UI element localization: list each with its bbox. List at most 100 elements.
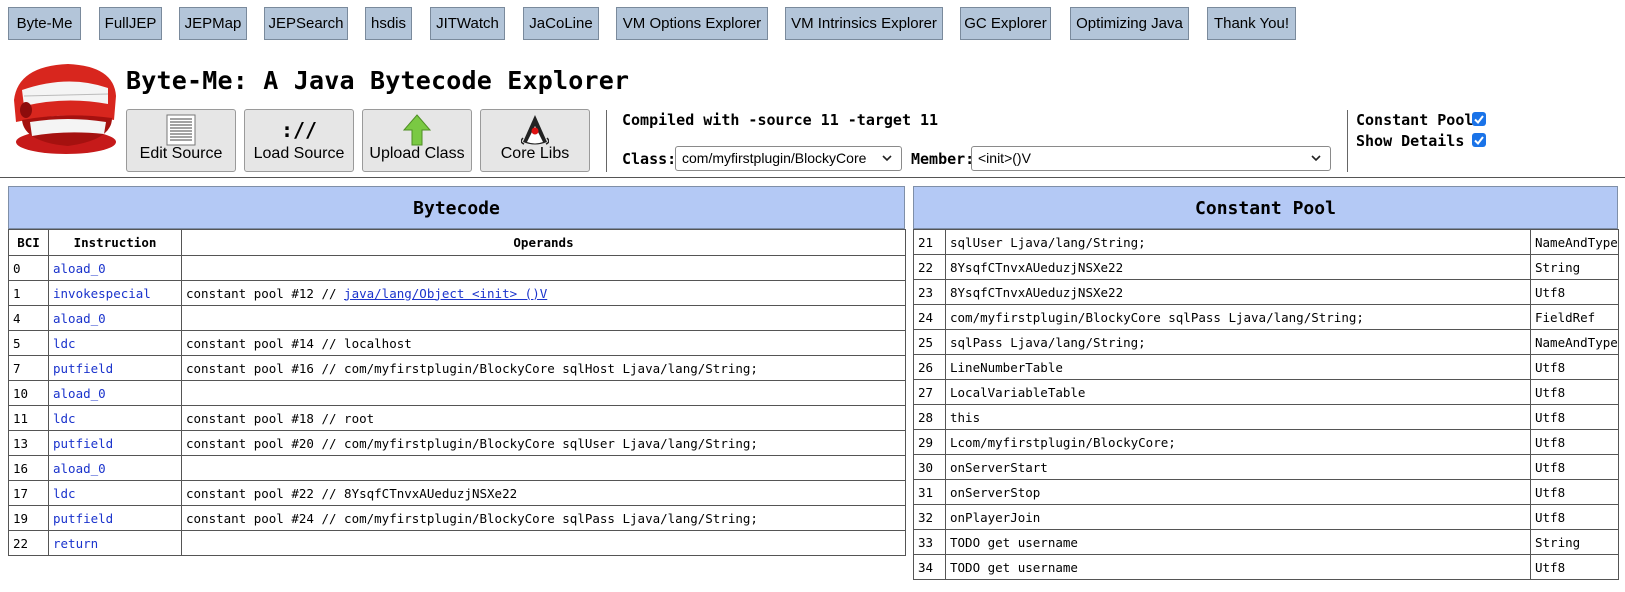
operand-text: constant pool #18 // root [186, 410, 375, 426]
nav-byte-me[interactable]: Byte-Me [8, 7, 81, 40]
checkmark-icon [1474, 115, 1484, 125]
column-header-operands: Operands [181, 229, 906, 256]
nav-hsdis[interactable]: hsdis [365, 7, 412, 40]
operands-cell [181, 380, 906, 406]
instruction-link[interactable]: putfield [48, 430, 182, 456]
table-row: 22 8YsqfCTnvxAUeduzjNSXe22 String [913, 254, 1619, 280]
instruction-link[interactable]: aload_0 [48, 380, 182, 406]
table-row: 31 onServerStop Utf8 [913, 479, 1619, 505]
cp-type-cell: Utf8 [1530, 404, 1619, 430]
nav-fulljep[interactable]: FullJEP [99, 7, 162, 40]
table-row: 7 putfield constant pool #16 // com/myfirs… [8, 355, 906, 381]
bci-cell: 10 [8, 380, 49, 406]
operand-text: constant pool #24 // com/myfirstplugin/B… [186, 510, 758, 526]
constant-pool-table: 21 sqlUser Ljava/lang/String; NameAndType 2… [913, 229, 1619, 580]
bci-cell: 13 [8, 430, 49, 456]
nav-jacoline[interactable]: JaCoLine [523, 7, 599, 40]
cp-value-cell: TODO get username [945, 554, 1531, 580]
show-details-option-label: Show Details [1356, 132, 1465, 150]
instruction-link[interactable]: aload_0 [48, 305, 182, 331]
column-header-bci: BCI [8, 229, 49, 256]
cp-index-cell: 30 [913, 454, 946, 480]
cp-value-cell: TODO get username [945, 529, 1531, 555]
cp-value-cell: Lcom/myfirstplugin/BlockyCore; [945, 429, 1531, 455]
operand-text: constant pool #20 // com/myfirstplugin/B… [186, 435, 758, 451]
cp-type-cell: FieldRef [1530, 304, 1619, 330]
cp-index-cell: 27 [913, 379, 946, 405]
core-libs-label: Core Libs [500, 145, 570, 162]
cp-type-cell: String [1530, 529, 1619, 555]
table-row: 17 ldc constant pool #22 // 8YsqfCTnvxAUed… [8, 480, 906, 506]
instruction-link[interactable]: return [48, 530, 182, 556]
instruction-link[interactable]: ldc [48, 330, 182, 356]
operand-link[interactable]: java/lang/Object <init> ()V [344, 286, 547, 301]
checkmark-icon [1474, 136, 1484, 146]
nav-thank-you[interactable]: Thank You! [1207, 7, 1296, 40]
cp-index-cell: 31 [913, 479, 946, 505]
member-select-value: <init>()V [978, 150, 1031, 166]
cp-type-cell: Utf8 [1530, 279, 1619, 305]
nav-optimizing-java[interactable]: Optimizing Java [1070, 7, 1189, 40]
nav-jepsearch[interactable]: JEPSearch [264, 7, 348, 40]
table-row: 32 onPlayerJoin Utf8 [913, 504, 1619, 530]
document-lines-icon [127, 114, 235, 146]
bci-cell: 11 [8, 405, 49, 431]
member-select[interactable]: <init>()V [971, 146, 1331, 171]
operands-cell [181, 255, 906, 281]
class-select[interactable]: com/myfirstplugin/BlockyCore [675, 146, 902, 171]
load-source-label: Load Source [253, 145, 345, 162]
bytecode-title: Bytecode [8, 186, 905, 229]
nav-jepmap[interactable]: JEPMap [179, 7, 247, 40]
instruction-link[interactable]: putfield [48, 355, 182, 381]
load-source-button[interactable]: :// Load Source [244, 109, 354, 172]
instruction-link[interactable]: putfield [48, 505, 182, 531]
bytecode-header-row: BCI Instruction Operands [8, 229, 906, 256]
cp-index-cell: 29 [913, 429, 946, 455]
operands-cell [181, 305, 906, 331]
upload-class-button[interactable]: Upload Class [362, 109, 472, 172]
instruction-link[interactable]: invokespecial [48, 280, 182, 306]
chevron-down-icon [1310, 147, 1322, 170]
cp-index-cell: 21 [913, 229, 946, 255]
url-icon: :// [280, 118, 318, 142]
table-row: 25 sqlPass Ljava/lang/String; NameAndType [913, 329, 1619, 355]
nav-vm-options-explorer[interactable]: VM Options Explorer [616, 7, 768, 40]
operands-cell: constant pool #22 // 8YsqfCTnvxAUeduzjNS… [181, 480, 906, 506]
bci-cell: 22 [8, 530, 49, 556]
cp-index-cell: 28 [913, 404, 946, 430]
core-libs-button[interactable]: Core Libs [480, 109, 590, 172]
cp-value-cell: onServerStart [945, 454, 1531, 480]
edit-source-button[interactable]: Edit Source [126, 109, 236, 172]
cp-value-cell: com/myfirstplugin/BlockyCore sqlPass Lja… [945, 304, 1531, 330]
cp-value-cell: sqlPass Ljava/lang/String; [945, 329, 1531, 355]
show-details-checkbox[interactable] [1472, 133, 1486, 147]
top-nav: Byte-Me FullJEP JEPMap JEPSearch hsdis J… [0, 7, 1625, 41]
instruction-link[interactable]: ldc [48, 480, 182, 506]
table-row: 11 ldc constant pool #18 // root [8, 405, 906, 431]
constant-pool-checkbox[interactable] [1472, 112, 1486, 126]
class-label: Class: [622, 150, 677, 168]
table-row: 1 invokespecial constant pool #12 // java/… [8, 280, 906, 306]
bci-cell: 1 [8, 280, 49, 306]
cp-type-cell: NameAndType [1530, 229, 1619, 255]
upload-arrow-icon [363, 114, 471, 146]
nav-gc-explorer[interactable]: GC Explorer [960, 7, 1051, 40]
bci-cell: 16 [8, 455, 49, 481]
nav-jitwatch[interactable]: JITWatch [430, 7, 505, 40]
nav-vm-intrinsics-explorer[interactable]: VM Intrinsics Explorer [785, 7, 943, 40]
operand-text: constant pool #16 // com/myfirstplugin/B… [186, 360, 758, 376]
table-row: 21 sqlUser Ljava/lang/String; NameAndType [913, 229, 1619, 255]
operands-cell: constant pool #16 // com/myfirstplugin/B… [181, 355, 906, 381]
edit-source-label: Edit Source [139, 145, 223, 162]
instruction-link[interactable]: ldc [48, 405, 182, 431]
instruction-link[interactable]: aload_0 [48, 255, 182, 281]
cp-index-cell: 23 [913, 279, 946, 305]
options-divider [1347, 110, 1348, 172]
cp-value-cell: LocalVariableTable [945, 379, 1531, 405]
cp-value-cell: sqlUser Ljava/lang/String; [945, 229, 1531, 255]
instruction-link[interactable]: aload_0 [48, 455, 182, 481]
cp-type-cell: NameAndType [1530, 329, 1619, 355]
operand-text: constant pool #12 // [186, 285, 345, 301]
bci-cell: 19 [8, 505, 49, 531]
table-row: 30 onServerStart Utf8 [913, 454, 1619, 480]
